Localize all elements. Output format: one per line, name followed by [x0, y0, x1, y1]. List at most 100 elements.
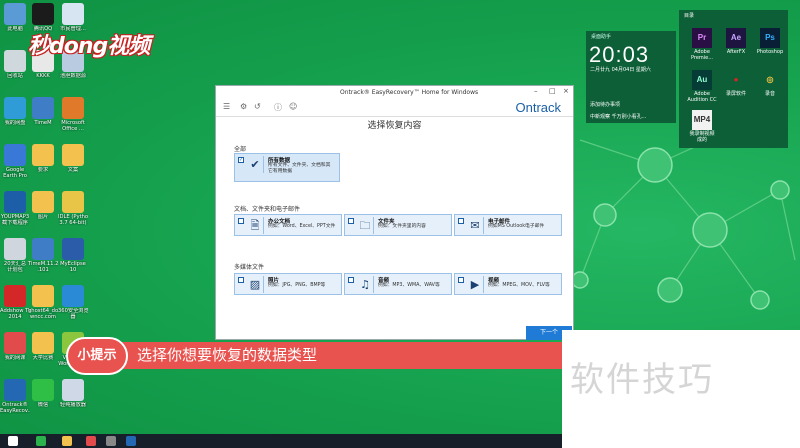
desktop-icon[interactable]: 文案 — [58, 144, 88, 173]
app-label: 我录制视频 成的 — [689, 131, 715, 143]
desktop-icon-image — [62, 379, 84, 401]
desktop-icon-image — [32, 3, 54, 25]
start-icon[interactable] — [8, 436, 18, 446]
media-type-checkbox[interactable] — [238, 277, 244, 283]
taskbar — [0, 434, 562, 448]
doc-type-checkbox[interactable] — [458, 218, 464, 224]
window-title: Ontrack® EasyRecovery™ Home for Windows — [340, 89, 479, 96]
desktop-icon-label: 360安全浏览 器 — [58, 308, 88, 320]
taskbar-app-icon[interactable] — [36, 436, 46, 446]
maximize-icon[interactable]: □ — [549, 87, 556, 95]
clock-time: 20:03 — [589, 42, 650, 67]
desktop-icon[interactable]: 要求 — [28, 144, 58, 173]
desktop-icon[interactable]: YOUPMAP3 截下载程序 — [0, 191, 30, 226]
media-type-option[interactable]: ♫ 音频 例如：MP3、WMA、WAV等 — [344, 273, 452, 295]
desktop-icon[interactable]: MyEclipse 10 — [58, 238, 88, 273]
desktop-icon[interactable]: Ontrack® EasyRecov... — [0, 379, 30, 414]
doc-type-checkbox[interactable] — [348, 218, 354, 224]
desktop-icon[interactable]: 大学比赛 — [28, 332, 58, 361]
media-type-checkbox[interactable] — [348, 277, 354, 283]
desktop-icon[interactable]: 轻纯播放器 — [58, 379, 88, 408]
taskbar-app-icon[interactable] — [86, 436, 96, 446]
desktop-icon-label: 大学比赛 — [32, 355, 54, 361]
media-type-option[interactable]: ▨ 照片 例如：JPG、PNG、BMP等 — [234, 273, 342, 295]
toolbar: ☰ ⚙ ↺ ⓘ ☺ Ontrack — [216, 98, 573, 117]
doc-type-option[interactable]: ✉ 电子邮件 例如MS Outlook电子邮件 — [454, 214, 562, 236]
desktop-icon-label: 我的网盘 — [4, 120, 26, 126]
settings-icon[interactable]: ⚙ — [240, 102, 247, 111]
minimize-icon[interactable]: – — [534, 87, 538, 95]
feedback-icon[interactable]: ☺ — [289, 102, 297, 111]
desktop-icon[interactable]: 微信 — [28, 379, 58, 408]
section-docs-label: 文档、文件夹和电子邮件 — [234, 206, 301, 213]
watermark-logo: 秒dong视频 — [28, 34, 150, 59]
desktop-icon-label: 文案 — [67, 167, 79, 173]
section-media-label: 多媒体文件 — [234, 264, 265, 271]
app-icon: Pr — [692, 28, 712, 48]
info-icon[interactable]: ⓘ — [274, 102, 282, 113]
desktop-icon[interactable]: 回收站 — [0, 50, 30, 79]
add-todo-link[interactable]: 添加待办事项 — [590, 101, 620, 108]
desktop-icon[interactable]: 360安全浏览 器 — [58, 285, 88, 320]
media-type-desc: 例如：JPG、PNG、BMP等 — [268, 283, 326, 288]
media-type-option[interactable]: ▶ 视频 例如：MPEG、MOV、FLV等 — [454, 273, 562, 295]
desktop-icon[interactable]: TimeM — [28, 97, 58, 126]
news-item[interactable]: 中新观察 千万别小看孔... — [590, 113, 646, 120]
close-icon[interactable]: × — [563, 87, 569, 95]
desktop-icon-label: TimeM — [34, 120, 52, 126]
app-shortcut[interactable]: Ae AfterFX — [719, 28, 753, 55]
taskbar-app-icon[interactable] — [126, 436, 136, 446]
media-type-checkbox[interactable] — [458, 277, 464, 283]
desktop-icon[interactable]: 我的网盘 — [0, 97, 30, 126]
desktop-icon-image — [32, 238, 54, 260]
desktop-icon[interactable]: 20天汇总 计划包 — [0, 238, 30, 273]
app-shortcut[interactable]: MP4 我录制视频 成的 — [685, 110, 719, 143]
desktop-icon-image — [62, 285, 84, 307]
taskbar-app-icon[interactable] — [62, 436, 72, 446]
all-data-checkbox[interactable]: ✓ — [238, 157, 244, 163]
app-label: AfterFX — [726, 49, 746, 55]
app-label: 录屏软件 — [725, 91, 746, 97]
app-shortcut[interactable]: Ps Photoshop — [753, 28, 787, 55]
app-shortcut[interactable]: Au Adobe Audition CC — [685, 70, 719, 103]
all-data-option[interactable]: ✓ ✔ 所有数据 所有文件、文件夹、文档和其 它有用数据 — [234, 153, 340, 182]
desktop-icon[interactable]: 此电脑 — [0, 3, 30, 32]
media-type-desc: 例如：MP3、WMA、WAV等 — [378, 283, 440, 288]
desktop-icon-label: Addshow TV 2014 — [0, 308, 30, 320]
doc-type-checkbox[interactable] — [238, 218, 244, 224]
desktop-icon-image — [32, 332, 54, 354]
doc-type-desc: 例如：文件夹里的内容 — [378, 224, 426, 229]
desktop-icon-image — [32, 191, 54, 213]
app-icon: ● — [726, 70, 746, 90]
taskbar-app-icon[interactable] — [106, 436, 116, 446]
desktop-icon-image — [4, 144, 26, 166]
desktop-icon-label: Ontrack® EasyRecov... — [0, 402, 30, 414]
desktop-icon-image — [32, 379, 54, 401]
desktop-icon-label: 要求 — [37, 167, 49, 173]
all-data-desc: 所有文件、文件夹、文档和其 它有用数据 — [268, 163, 331, 174]
app-shortcut[interactable]: ◎ 录音 — [753, 70, 787, 97]
desktop-icon[interactable]: TimeM.11.25 .101 — [28, 238, 58, 273]
desktop-icon[interactable]: IDLE (Pytho 3.7 64-bit) — [58, 191, 88, 226]
doc-type-option[interactable]: 🗎 办公文档 例如：Word、Excel、PPT文件 — [234, 214, 342, 236]
ontrack-logo: Ontrack — [515, 100, 561, 115]
menu-icon[interactable]: ☰ — [223, 102, 230, 111]
desktop-icon-label: 20天汇总 计划包 — [3, 261, 27, 273]
window-titlebar: Ontrack® EasyRecovery™ Home for Windows … — [216, 86, 573, 98]
app-shortcut[interactable]: Pr Adobe Premie... — [685, 28, 719, 61]
doc-type-option[interactable]: 🗀 文件夹 例如：文件夹里的内容 — [344, 214, 452, 236]
doc-type-desc: 例如：Word、Excel、PPT文件 — [268, 224, 336, 229]
app-shortcut[interactable]: ● 录屏软件 — [719, 70, 753, 97]
desktop-icon-label: KKKK — [36, 73, 50, 79]
desktop-icon-label: MyEclipse 10 — [60, 261, 86, 273]
desktop-icon[interactable]: Microsoft Office ... — [58, 97, 88, 132]
desktop-icon[interactable]: Google Earth Pro — [0, 144, 30, 179]
page-title: 选择恢复内容 — [367, 121, 422, 131]
desktop-icon[interactable]: 我的网课 — [0, 332, 30, 361]
history-icon[interactable]: ↺ — [254, 102, 261, 111]
desktop-icon[interactable]: Addshow TV 2014 — [0, 285, 30, 320]
app-label: 录音 — [764, 91, 775, 97]
desktop-icon[interactable]: ghost64_do wncc.com — [28, 285, 58, 320]
desktop-icon-image — [4, 3, 26, 25]
desktop-icon[interactable]: 图片 — [28, 191, 58, 220]
